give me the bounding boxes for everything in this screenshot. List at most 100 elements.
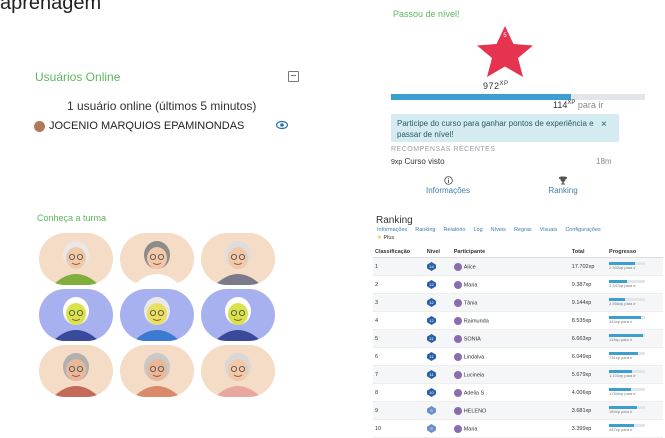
ranking-row[interactable]: 7 11 Lucineia 5.679xp 1.101xp para ir <box>373 365 663 384</box>
participant-name[interactable]: HELENO <box>464 408 487 414</box>
participant-name[interactable]: Maria <box>464 282 478 288</box>
ranking-row[interactable]: 8 10 Adelia S 4.006xp 1.004xp para ir <box>373 383 663 402</box>
tab-plus[interactable]: Plus <box>377 235 394 241</box>
class-title: Conheça a turma <box>37 213 107 223</box>
ranking-row[interactable]: 4 12 Raimunda 8.535xp 344xp para ir <box>373 311 663 330</box>
total-xp: 9.144xp <box>569 293 608 312</box>
participant-name[interactable]: Raimunda <box>464 318 489 324</box>
ranking-row[interactable]: 6 11 Lindalva 6.049xp 731xp para ir <box>373 347 663 366</box>
participant[interactable]: Maria <box>451 275 570 294</box>
tab-niveis[interactable]: Níveis <box>491 227 506 233</box>
level-badge-icon: 11 <box>426 352 436 361</box>
ranking-row[interactable]: 1 14 Alice 17.702xp 2.302xp para ir <box>373 257 663 276</box>
class-member-avatar[interactable] <box>120 289 194 341</box>
class-member-avatar[interactable] <box>201 345 275 397</box>
close-icon[interactable]: × <box>601 119 607 130</box>
participant[interactable]: Lindalva <box>451 347 570 366</box>
class-member-avatar[interactable] <box>39 233 113 285</box>
online-user-name[interactable]: JOCENIO MARQUIOS EPAMINONDAS <box>49 120 244 132</box>
rank-position: 10 <box>373 419 425 438</box>
tab-visuais[interactable]: Visuais <box>540 227 558 233</box>
level-badge-icon: 11 <box>426 334 436 343</box>
participant-avatar <box>453 388 462 397</box>
ranking-row[interactable]: 10 9 Maria 3.399xp 447xp para ir <box>373 419 663 438</box>
tab-log[interactable]: Log <box>473 227 482 233</box>
ranking-row[interactable]: 5 11 SONIA 6.663xp 113xp para ir <box>373 329 663 348</box>
participant-name[interactable]: Adelia S <box>464 390 485 396</box>
progress-text: 2.347xp para ir <box>609 283 636 288</box>
participant-avatar <box>453 352 462 361</box>
total-xp: 3.681xp <box>569 401 608 420</box>
participant-avatar <box>453 370 462 379</box>
current-xp: 972XP <box>483 81 509 91</box>
class-member-avatar[interactable] <box>39 289 113 341</box>
participant[interactable]: HELENO <box>451 401 570 420</box>
level-progress-bar <box>391 94 645 100</box>
trophy-icon <box>558 176 568 185</box>
progress-cell: 731xp para ir <box>607 347 663 366</box>
total-xp: 9.387xp <box>569 275 608 294</box>
ranking-row[interactable]: 2 12 Maria 9.387xp 2.347xp para ir <box>373 275 663 294</box>
user-avatar <box>34 120 45 132</box>
level-badge: 12 <box>424 275 452 294</box>
rank-position: 3 <box>373 293 425 312</box>
level-badge: 11 <box>424 329 452 348</box>
class-member-avatar[interactable] <box>201 233 275 285</box>
participant-name[interactable]: Maria <box>464 426 478 432</box>
participant-name[interactable]: Lindalva <box>464 354 485 360</box>
tab-ranking[interactable]: Ranking <box>415 227 435 233</box>
progress-text: 344xp para ir <box>609 319 633 324</box>
participant[interactable]: Alice <box>451 257 570 276</box>
column-header: Total <box>569 247 608 258</box>
progress-text: 2.556xp para ir <box>609 301 636 306</box>
online-user-item[interactable]: JOCENIO MARQUIOS EPAMINONDAS <box>34 120 244 132</box>
total-xp: 8.535xp <box>569 311 608 330</box>
participant-name[interactable]: Lucineia <box>464 372 485 378</box>
tab-relatorio[interactable]: Relatório <box>443 227 465 233</box>
participant[interactable]: Lucineia <box>451 365 570 384</box>
participant[interactable]: Maria <box>451 419 570 438</box>
class-member-avatar[interactable] <box>120 233 194 285</box>
rank-position: 7 <box>373 365 425 384</box>
level-progress-fill <box>391 94 572 100</box>
ranking-row[interactable]: 3 12 Tânia 9.144xp 2.556xp para ir <box>373 293 663 312</box>
progress-text: 2.302xp para ir <box>609 265 636 270</box>
participant-avatar <box>453 298 462 307</box>
class-avatar-grid <box>39 233 276 397</box>
total-xp: 17.702xp <box>569 257 608 276</box>
class-member-avatar[interactable] <box>39 345 113 397</box>
rank-position: 6 <box>373 347 425 366</box>
column-header: Nível <box>424 247 452 258</box>
eye-icon[interactable] <box>276 120 288 130</box>
rank-position: 4 <box>373 311 425 330</box>
column-header: Progresso <box>607 247 663 258</box>
level-badge: 11 <box>424 365 452 384</box>
participant-avatar <box>453 334 462 343</box>
class-member-avatar[interactable] <box>201 289 275 341</box>
collapse-block-icon[interactable] <box>288 71 299 82</box>
participant-avatar <box>453 424 462 433</box>
participant[interactable]: Raimunda <box>451 311 570 330</box>
progress-text: 1.101xp para ir <box>609 373 636 378</box>
participant[interactable]: SONIA <box>451 329 570 348</box>
rank-position: 5 <box>373 329 425 348</box>
tab-informacoes[interactable]: Informações <box>377 227 407 233</box>
level-badge-icon: 10 <box>426 388 436 397</box>
tab-regras[interactable]: Regras <box>514 227 532 233</box>
tab-configuracoes[interactable]: Configurações <box>565 227 600 233</box>
rank-position: 2 <box>373 275 425 294</box>
participant-name[interactable]: Tânia <box>464 300 478 306</box>
total-xp: 3.399xp <box>569 419 608 438</box>
info-icon <box>443 176 453 185</box>
info-button[interactable]: Informações <box>418 176 478 195</box>
progress-cell: 1.101xp para ir <box>607 365 663 384</box>
participant[interactable]: Tânia <box>451 293 570 312</box>
ranking-button[interactable]: Ranking <box>533 176 593 195</box>
participant[interactable]: Adelia S <box>451 383 570 402</box>
ranking-row[interactable]: 9 9 HELENO 3.681xp 169xp para ir <box>373 401 663 420</box>
total-xp: 4.006xp <box>569 383 608 402</box>
participant-avatar <box>453 280 462 289</box>
class-member-avatar[interactable] <box>120 345 194 397</box>
participant-name[interactable]: SONIA <box>464 336 481 342</box>
participant-name[interactable]: Alice <box>464 264 476 270</box>
